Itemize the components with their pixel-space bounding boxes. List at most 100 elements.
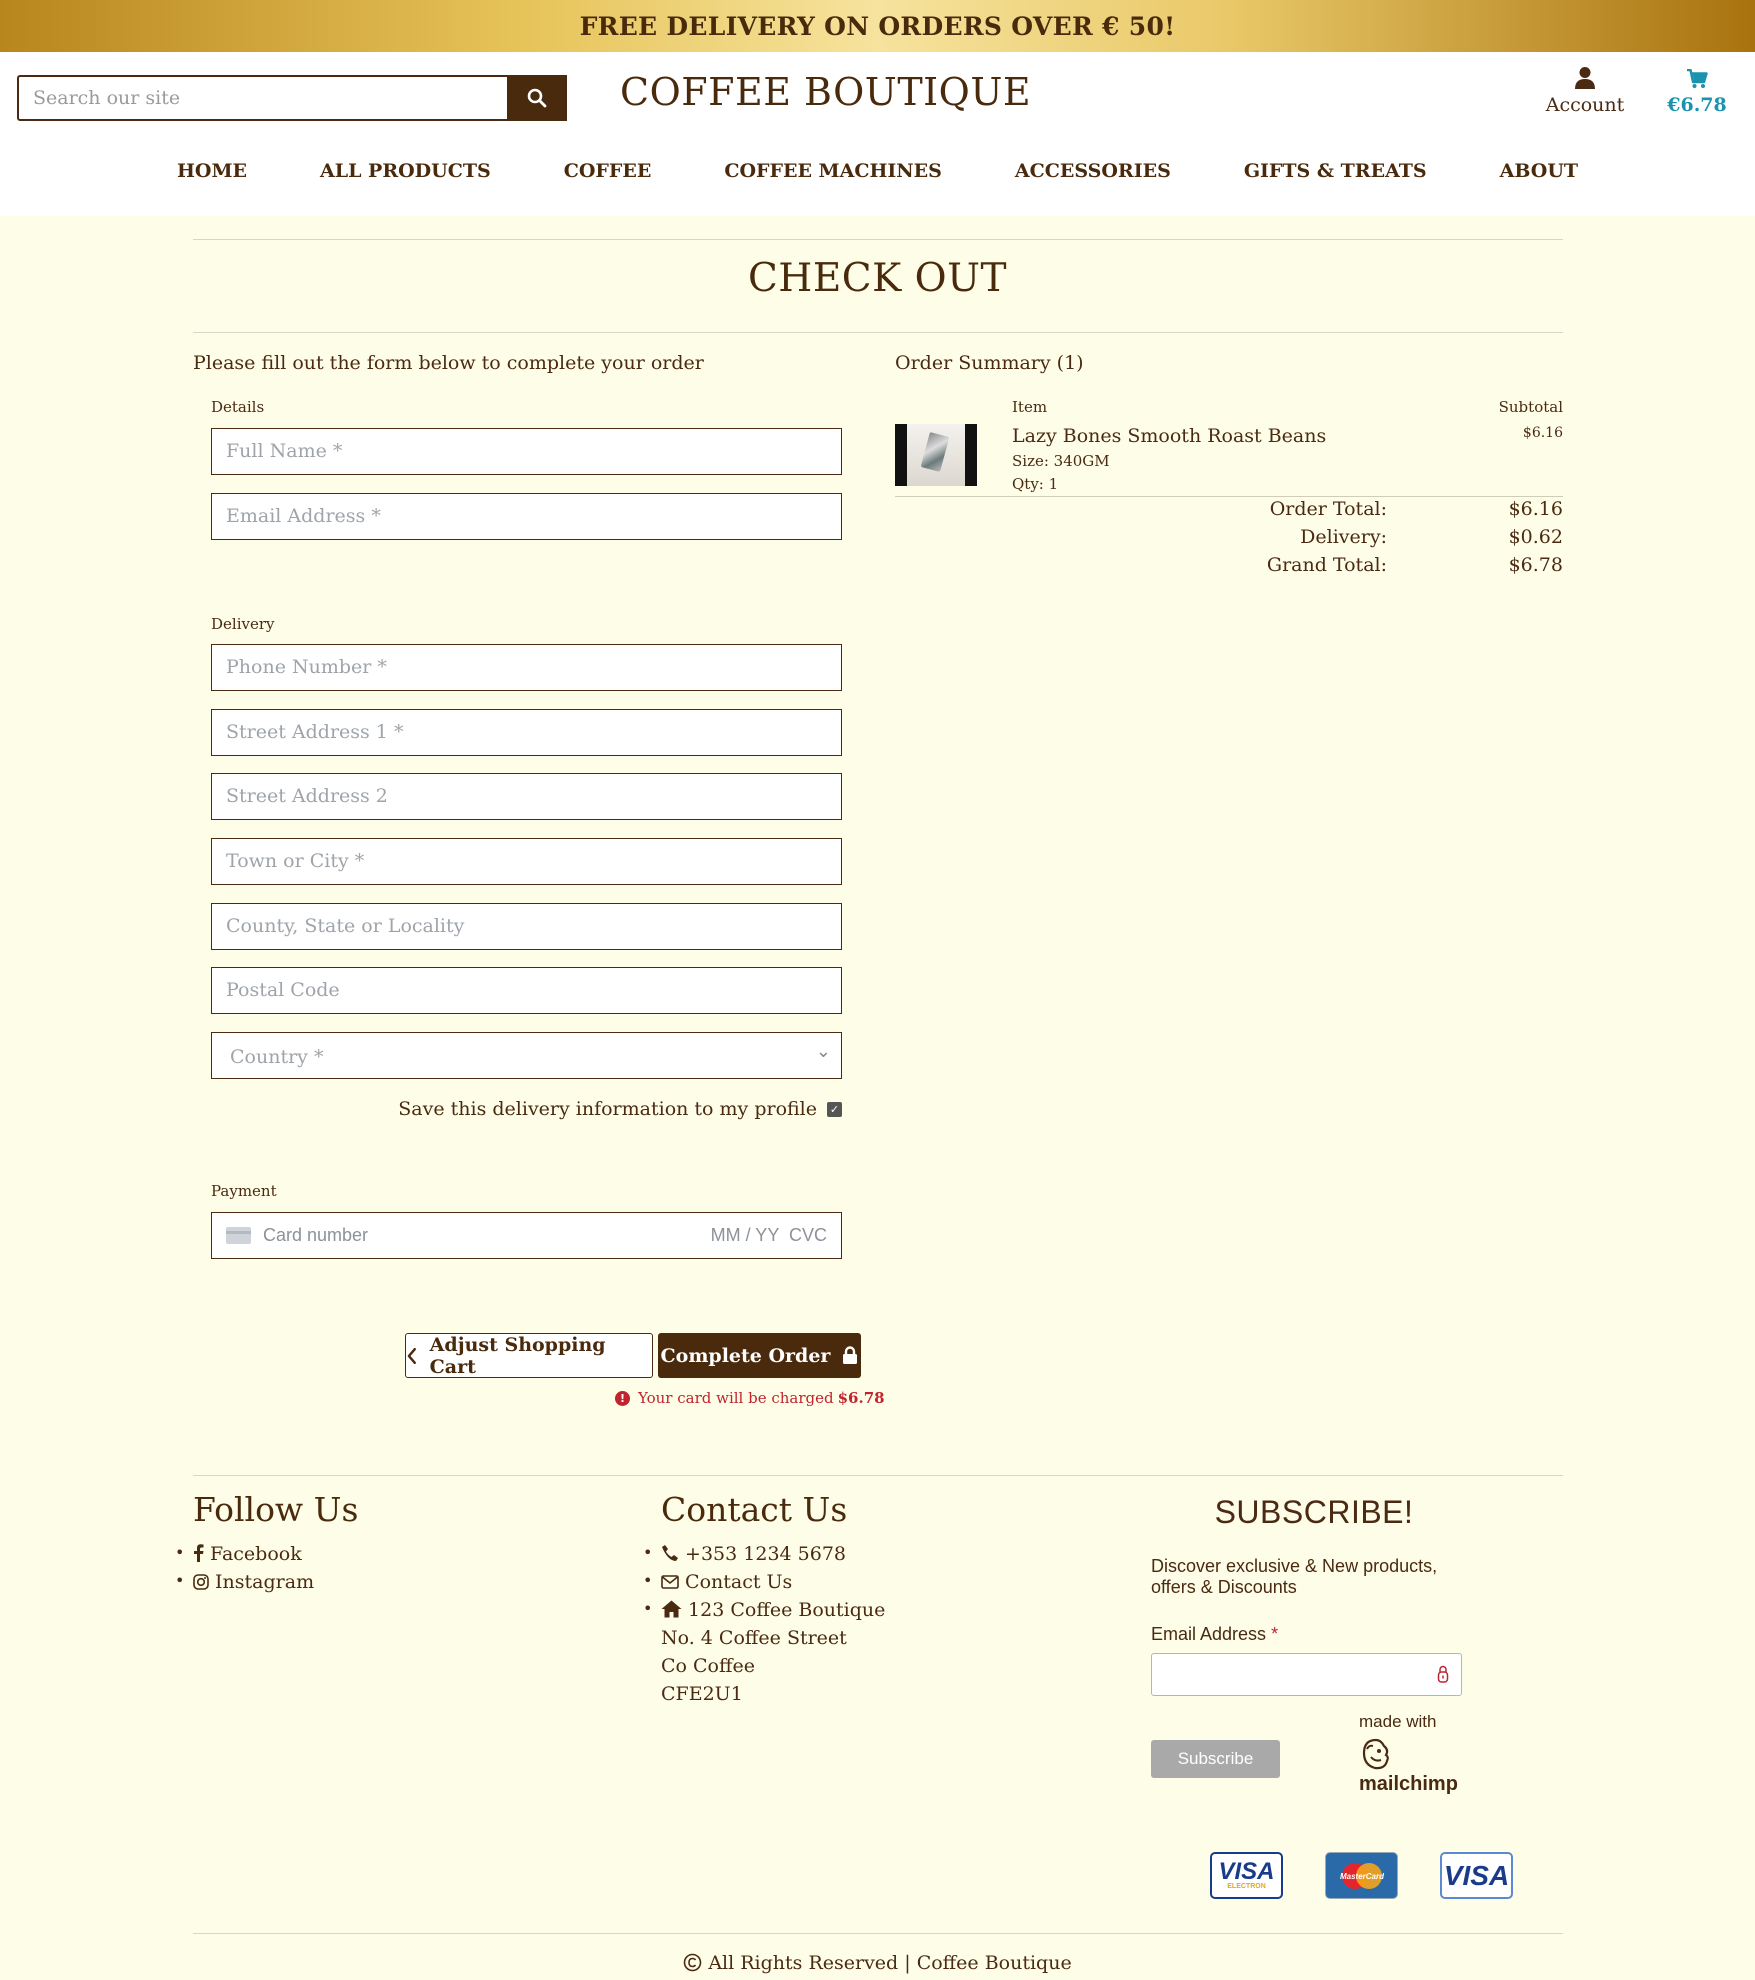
contact-label: Contact Us [685,1571,793,1593]
cart-link[interactable]: €6.78 [1662,66,1732,116]
address-item: • 123 Coffee Boutique [643,1599,886,1621]
nav-home[interactable]: HOME [177,160,247,182]
adjust-cart-label: Adjust Shopping Cart [429,1333,606,1378]
phone-icon [662,1545,678,1561]
divider [193,239,1563,240]
nav-accessories[interactable]: ACCESSORIES [979,160,1171,182]
complete-order-button[interactable]: Complete Order [658,1333,861,1378]
made-with-text: made with [1359,1712,1437,1731]
user-icon [1575,67,1595,89]
phone-placeholder: Phone Number * [226,656,387,678]
item-qty: Qty: 1 [1012,475,1059,493]
phone-item[interactable]: • +353 1234 5678 [643,1543,846,1565]
home-icon [661,1600,682,1618]
search-placeholder: Search our site [33,87,181,109]
email-placeholder: Email Address * [226,505,381,527]
account-link[interactable]: Account [1540,66,1630,116]
delivery-label: Delivery [211,615,275,633]
instagram-link[interactable]: • Instagram [175,1571,314,1593]
street-address-1-field[interactable]: Street Address 1 * [211,709,842,756]
town-city-field[interactable]: Town or City * [211,838,842,885]
subscribe-button[interactable]: Subscribe [1151,1740,1280,1778]
nav-gifts-treats[interactable]: GIFTS & TREATS [1208,160,1427,182]
divider [895,496,1563,497]
nav-all-products[interactable]: ALL PRODUCTS [284,160,491,182]
page-title: CHECK OUT [747,256,1008,301]
contact-link[interactable]: • Contact Us [643,1571,793,1593]
street-address-2-field[interactable]: Street Address 2 [211,773,842,820]
mailchimp-brand: mailchimp [1359,1773,1458,1795]
full-name-placeholder: Full Name * [226,440,343,462]
grand-total-label: Grand Total: [1266,554,1387,576]
item-subtotal: $6.16 [1522,425,1563,441]
product-image [895,424,977,486]
promo-banner: FREE DELIVERY ON ORDERS OVER € 50! [0,0,1755,52]
subscribe-text: Discover exclusive & New products, offer… [1151,1556,1438,1597]
search-button[interactable] [507,75,567,121]
payment-label: Payment [211,1182,277,1200]
main-nav: HOME ALL PRODUCTS COFFEE COFFEE MACHINES… [0,160,1755,182]
email-label-text: Email Address [1151,1624,1267,1644]
copyright-text: All Rights Reserved | Coffee Boutique [708,1952,1072,1974]
nav-coffee-machines[interactable]: COFFEE MACHINES [688,160,942,182]
nav-about[interactable]: ABOUT [1464,160,1578,182]
card-input[interactable]: Card number MM / YY CVC [211,1212,842,1259]
credit-card-icon [226,1227,251,1244]
save-info-label: Save this delivery information to my pro… [398,1098,817,1120]
visa-electron-icon: VISA ELECTRON [1210,1852,1283,1899]
town-placeholder: Town or City * [226,850,365,872]
subscribe-title: SUBSCRIBE! [1214,1494,1414,1530]
item-name: Lazy Bones Smooth Roast Beans [1012,425,1327,447]
promo-text: FREE DELIVERY ON ORDERS OVER € 50! [579,11,1176,41]
copyright: All Rights Reserved | Coffee Boutique [0,1952,1755,1974]
charge-text: Your card will be charged [638,1389,834,1407]
county-field[interactable]: County, State or Locality [211,903,842,950]
address-line-1: 123 Coffee Boutique [688,1599,886,1621]
details-label: Details [211,398,265,416]
order-summary-title: Order Summary (1) [895,352,1084,374]
postal-placeholder: Postal Code [226,979,340,1001]
chevron-left-icon [407,1347,416,1364]
password-manager-icon [1437,1665,1449,1683]
email-field[interactable]: Email Address * [211,493,842,540]
mailchimp-logo-icon [1362,1738,1389,1770]
order-total-label: Order Total: [1269,498,1387,520]
mastercard-icon: MasterCard [1325,1852,1398,1899]
account-label: Account [1545,94,1625,116]
search-input[interactable]: Search our site [17,75,567,121]
card-number-placeholder: Card number [263,1225,369,1245]
save-info-row: Save this delivery information to my pro… [211,1098,842,1120]
col-item: Item [1012,398,1048,416]
facebook-link[interactable]: • Facebook [175,1543,302,1565]
divider [193,332,1563,333]
full-name-field[interactable]: Full Name * [211,428,842,475]
subscribe-email-label: Email Address * [1151,1624,1278,1645]
divider [193,1475,1563,1476]
form-intro: Please fill out the form below to comple… [193,352,704,374]
street2-placeholder: Street Address 2 [226,785,388,807]
adjust-cart-button[interactable]: Adjust Shopping Cart [405,1333,653,1378]
cart-icon [1687,69,1708,88]
search-icon [527,88,547,108]
facebook-icon [194,1544,204,1562]
subscribe-email-input[interactable] [1151,1653,1462,1696]
charge-notice: ! Your card will be charged $6.78 [615,1389,885,1407]
col-subtotal: Subtotal [1498,398,1563,416]
site-logo[interactable]: COFFEE BOUTIQUE [620,70,1031,114]
contact-us-title: Contact Us [661,1490,848,1529]
delivery-label: Delivery: [1300,526,1387,548]
delivery-value: $0.62 [1508,526,1563,548]
country-select[interactable]: Country * ⌄ [211,1032,842,1079]
divider [193,1933,1563,1934]
country-placeholder: Country * [230,1046,324,1068]
phone-field[interactable]: Phone Number * [211,644,842,691]
save-info-checkbox[interactable]: ✓ [827,1101,842,1117]
street1-placeholder: Street Address 1 * [226,721,404,743]
copyright-icon [683,1953,702,1972]
lock-icon [843,1346,858,1364]
nav-coffee[interactable]: COFFEE [528,160,652,182]
postal-code-field[interactable]: Postal Code [211,967,842,1014]
address-line-3: Co Coffee [661,1655,755,1677]
facebook-label: Facebook [210,1543,302,1565]
visa-icon: VISA [1440,1852,1513,1899]
